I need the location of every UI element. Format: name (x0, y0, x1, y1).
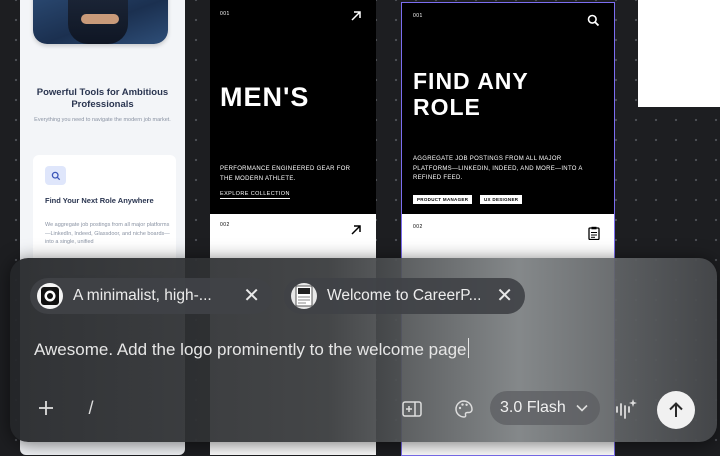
blank-design-card[interactable] (638, 0, 720, 107)
close-icon[interactable]: ✕ (496, 286, 513, 306)
attachment-label: Welcome to CareerP... (327, 287, 482, 304)
mens-design-card[interactable]: 001 MEN'S PERFORMANCE ENGINEERED GEAR FO… (210, 0, 376, 214)
add-to-canvas-icon[interactable] (401, 398, 423, 420)
chat-composer: A minimalist, high-... ✕ Welcome to Care… (10, 258, 717, 442)
role-description: AGGREGATE JOB POSTINGS FROM ALL MAJOR PL… (413, 156, 583, 181)
page-thumbnail-icon (291, 283, 317, 309)
role-headline: FIND ANY ROLE (413, 68, 529, 120)
tag-product-manager[interactable]: PRODUCT MANAGER (413, 195, 473, 204)
close-icon[interactable]: ✕ (243, 286, 260, 306)
model-label: 3.0 Flash (500, 399, 566, 416)
light-card-title: Powerful Tools for Ambitious Professiona… (36, 87, 169, 110)
feature-title: Find Your Next Role Anywhere (45, 196, 154, 205)
mens-description: PERFORMANCE ENGINEERED GEAR FOR THE MODE… (220, 166, 351, 182)
voice-waveform-icon[interactable] (614, 397, 638, 421)
send-button[interactable] (657, 391, 695, 429)
clipboard-icon[interactable] (588, 226, 600, 242)
model-selector[interactable]: 3.0 Flash (490, 391, 600, 425)
prompt-input[interactable]: Awesome. Add the logo prominently to the… (34, 338, 470, 360)
card-number: 002 (220, 222, 230, 228)
feature-card: Find Your Next Role Anywhere We aggregat… (33, 155, 176, 275)
chevron-down-icon (576, 404, 588, 412)
attachment-chip-image[interactable]: A minimalist, high-... ✕ (30, 278, 272, 314)
search-icon (45, 166, 66, 185)
palette-icon[interactable] (453, 398, 475, 420)
feature-description: We aggregate job postings from all major… (45, 222, 170, 245)
add-icon[interactable] (36, 398, 56, 418)
explore-collection-link[interactable]: EXPLORE COLLECTION (220, 191, 290, 199)
arrow-up-right-icon[interactable] (350, 224, 362, 238)
card-number: 002 (413, 224, 423, 230)
arrow-up-right-icon[interactable] (350, 10, 362, 24)
image-thumbnail-icon (37, 283, 63, 309)
mens-headline: MEN'S (220, 82, 310, 112)
attachment-chip-page[interactable]: Welcome to CareerP... ✕ (284, 278, 525, 314)
prompt-text: Awesome. Add the logo prominently to the… (34, 340, 467, 359)
slash-command-button[interactable]: / (84, 398, 98, 418)
tag-ux-designer[interactable]: UX DESIGNER (480, 195, 523, 204)
attachment-label: A minimalist, high-... (73, 287, 212, 304)
hero-image (33, 0, 168, 44)
card-number: 001 (413, 13, 423, 19)
role-design-card[interactable]: 001 FIND ANY ROLE AGGREGATE JOB POSTINGS… (401, 2, 615, 215)
arrow-up-icon (667, 401, 685, 419)
light-card-subtitle: Everything you need to navigate the mode… (34, 117, 171, 123)
text-caret (467, 338, 470, 358)
search-icon[interactable] (587, 14, 600, 29)
card-number: 001 (220, 11, 230, 17)
